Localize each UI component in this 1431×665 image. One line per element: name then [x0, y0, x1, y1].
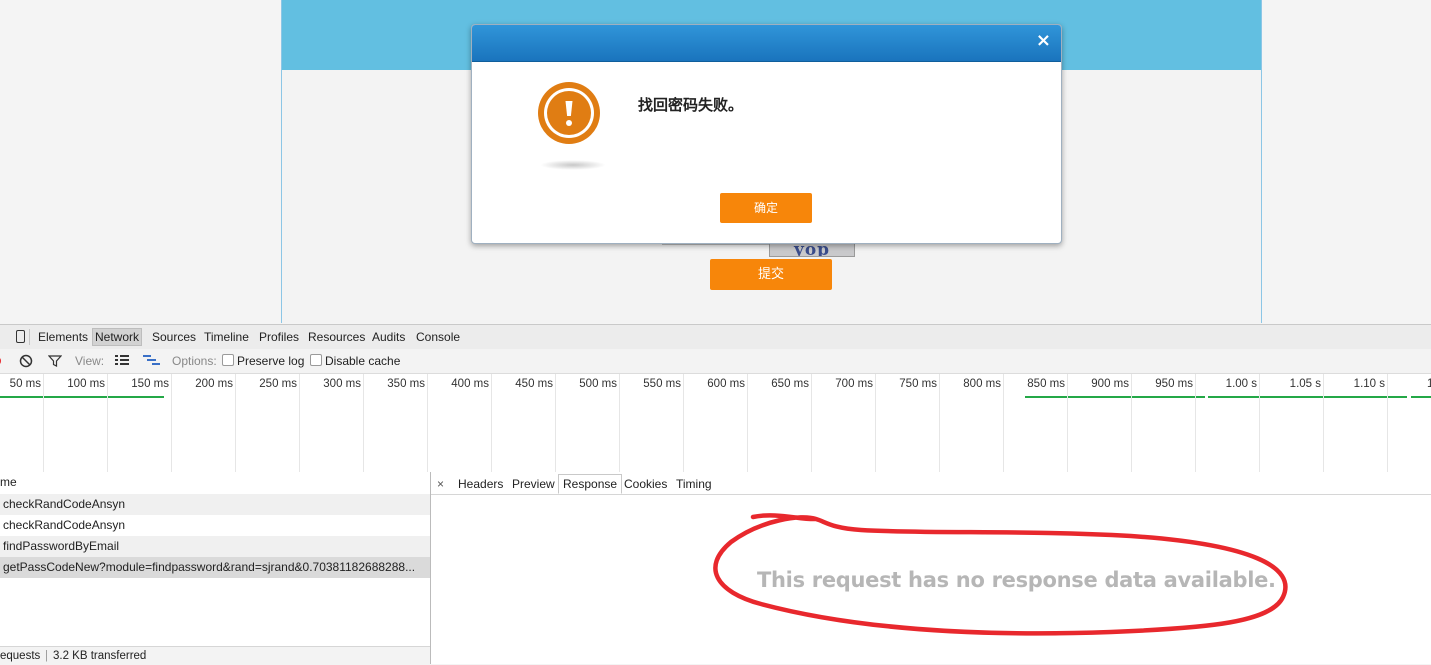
request-row[interactable]: checkRandCodeAnsyn	[0, 515, 430, 536]
tab-console[interactable]: Console	[414, 329, 462, 345]
ok-button[interactable]: 确定	[720, 193, 812, 223]
tab-network[interactable]: Network	[92, 328, 143, 346]
tab-resources[interactable]: Resources	[306, 329, 367, 345]
tab-profiles[interactable]: Profiles	[257, 329, 301, 345]
request-row-selected[interactable]: getPassCodeNew?module=findpassword&rand=…	[0, 557, 430, 578]
tab-audits[interactable]: Audits	[370, 329, 407, 345]
icon-shadow	[540, 160, 606, 170]
request-row[interactable]: checkRandCodeAnsyn	[0, 494, 430, 515]
timeline-tick-label: 350 ms	[387, 378, 425, 390]
timeline-tick-label: 550 ms	[643, 378, 681, 390]
name-column-label: me	[0, 475, 17, 489]
request-detail-pane: × Headers Preview Response Cookies Timin…	[431, 472, 1431, 664]
dialog-close-icon[interactable]: ×	[1036, 31, 1051, 51]
network-status-bar: equests | 3.2 KB transferred	[0, 646, 430, 665]
timeline-gridline	[171, 374, 172, 472]
timeline-tick-label: 150 ms	[131, 378, 169, 390]
timeline-request-bar	[0, 396, 164, 398]
red-ellipse-annotation	[713, 513, 1288, 636]
timeline-tick-label: 700 ms	[835, 378, 873, 390]
timeline-request-bar	[1208, 396, 1407, 398]
timeline-gridline	[1067, 374, 1068, 472]
timeline-gridline	[1323, 374, 1324, 472]
alert-dialog: × 找回密码失败。 确定	[471, 24, 1062, 244]
timeline-tick-label: 850 ms	[1027, 378, 1065, 390]
timeline-tick-label: 400 ms	[451, 378, 489, 390]
timeline-tick-label: 600 ms	[707, 378, 745, 390]
timeline-tick-label: 1.1	[1427, 378, 1431, 390]
timeline-gridline	[1259, 374, 1260, 472]
timeline-gridline	[491, 374, 492, 472]
preserve-log-checkbox[interactable]	[222, 354, 234, 366]
timeline-tick-label: 450 ms	[515, 378, 553, 390]
tabbar-separator	[29, 329, 30, 345]
network-timeline-overview[interactable]: 50 ms 100 ms 150 ms 200 ms 250 ms 300 ms 350 m…	[0, 374, 1431, 473]
timeline-tick-label: 200 ms	[195, 378, 233, 390]
network-toolbar: View: Options: Preserve log Disable cach…	[0, 349, 1431, 374]
tab-sources[interactable]: Sources	[150, 329, 198, 345]
timeline-tick-label: 800 ms	[963, 378, 1001, 390]
timeline-gridline	[299, 374, 300, 472]
preserve-log-label: Preserve log	[237, 354, 305, 368]
timeline-tick-label: 100 ms	[67, 378, 105, 390]
timeline-gridline	[811, 374, 812, 472]
timeline-gridline	[747, 374, 748, 472]
filter-icon[interactable]	[48, 354, 62, 368]
timeline-tick-label: 500 ms	[579, 378, 617, 390]
timeline-tick-label: 750 ms	[899, 378, 937, 390]
name-column-header[interactable]: me	[0, 472, 430, 495]
dialog-titlebar: ×	[472, 25, 1061, 62]
timeline-tick-label: 950 ms	[1155, 378, 1193, 390]
timeline-gridline	[683, 374, 684, 472]
dialog-message: 找回密码失败。	[638, 96, 744, 114]
timeline-gridline	[939, 374, 940, 472]
device-mode-icon[interactable]	[16, 330, 25, 343]
timeline-gridline	[1131, 374, 1132, 472]
submit-button[interactable]: 提交	[710, 259, 832, 290]
clear-icon[interactable]	[19, 354, 33, 368]
list-view-icon[interactable]	[115, 354, 129, 366]
timeline-gridline	[1195, 374, 1196, 472]
disable-cache-label: Disable cache	[325, 354, 401, 368]
status-transferred: 3.2 KB transferred	[53, 650, 147, 662]
options-label: Options:	[172, 354, 217, 368]
record-icon[interactable]	[0, 354, 4, 368]
timeline-gridline	[363, 374, 364, 472]
disable-cache-checkbox[interactable]	[310, 354, 322, 366]
timeline-gridline	[43, 374, 44, 472]
request-row[interactable]: findPasswordByEmail	[0, 536, 430, 557]
devtools-panel: Elements Network Sources Timeline Profil…	[0, 324, 1431, 665]
timeline-request-bar	[1411, 396, 1431, 398]
status-requests: equests	[0, 650, 41, 662]
timeline-gridline	[1003, 374, 1004, 472]
timeline-gridline	[107, 374, 108, 472]
tab-timeline[interactable]: Timeline	[202, 329, 251, 345]
timeline-gridline	[427, 374, 428, 472]
timeline-tick-label: 1.00 s	[1225, 378, 1257, 390]
request-list: me checkRandCodeAnsyn checkRandCodeAnsyn…	[0, 472, 431, 665]
timeline-tick-label: 1.10 s	[1353, 378, 1385, 390]
timeline-tick-label: 300 ms	[323, 378, 361, 390]
view-label: View:	[75, 354, 105, 368]
timeline-tick-label: 250 ms	[259, 378, 297, 390]
waterfall-view-icon[interactable]	[143, 354, 161, 366]
timeline-tick-label: 50 ms	[9, 378, 41, 390]
timeline-gridline	[619, 374, 620, 472]
warning-exclamation-icon	[538, 82, 600, 144]
timeline-gridline	[235, 374, 236, 472]
timeline-tick-label: 1.05 s	[1289, 378, 1321, 390]
timeline-request-bar	[1025, 396, 1205, 398]
devtools-tabbar: Elements Network Sources Timeline Profil…	[0, 324, 1431, 350]
browser-page: yop 提交 × 找回密码失败。 确定	[0, 0, 1431, 324]
timeline-gridline	[875, 374, 876, 472]
timeline-gridline	[1387, 374, 1388, 472]
timeline-gridline	[555, 374, 556, 472]
tab-elements[interactable]: Elements	[36, 329, 90, 345]
timeline-tick-label: 900 ms	[1091, 378, 1129, 390]
timeline-tick-label: 650 ms	[771, 378, 809, 390]
